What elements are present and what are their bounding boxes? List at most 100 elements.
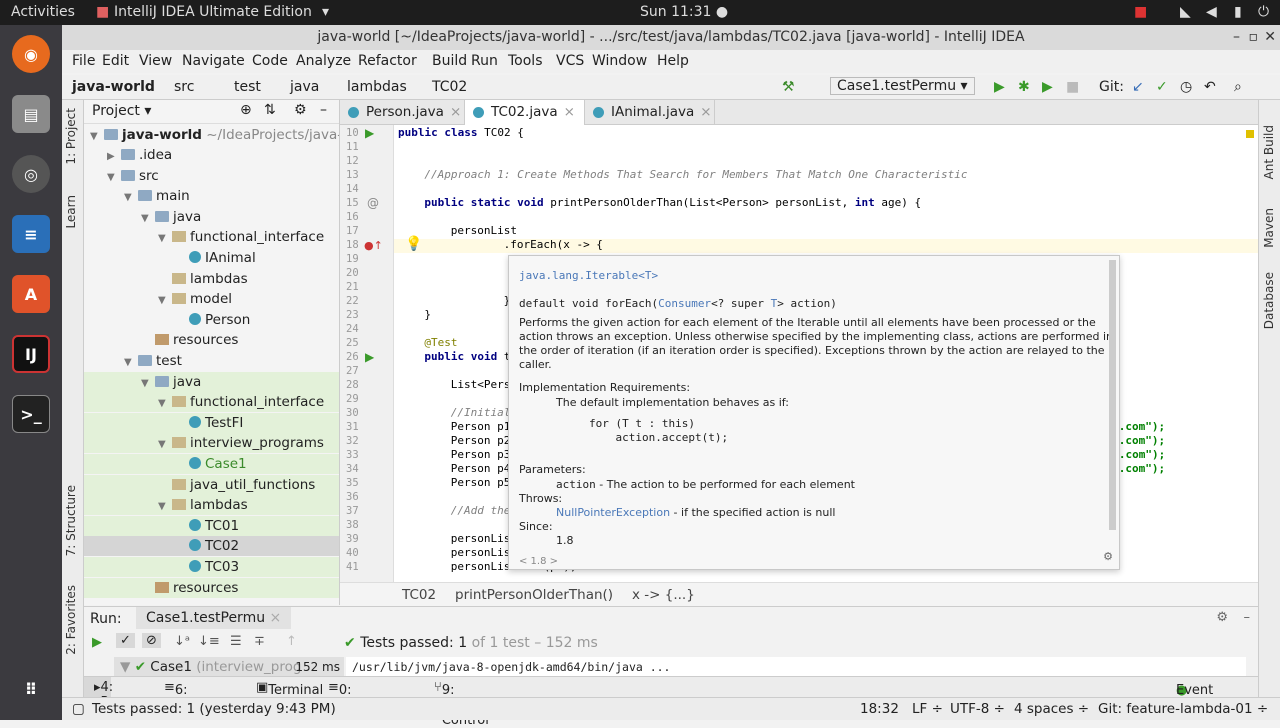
tab-person-java[interactable]: Person.java ×: [340, 100, 465, 125]
stop-icon[interactable]: ■: [1066, 79, 1079, 95]
menu-analyze[interactable]: Analyze: [296, 53, 351, 69]
tool-tab-run[interactable]: ▸ 4: Run: [84, 677, 125, 710]
tree-item[interactable]: java_util_functions: [84, 474, 339, 495]
caret-position[interactable]: 18:32: [860, 701, 899, 717]
menu-code[interactable]: Code: [252, 53, 288, 69]
run-test-icon[interactable]: ▶: [365, 350, 374, 364]
tree-item[interactable]: ▼ java: [84, 207, 339, 229]
nav-crumb[interactable]: lambdas: [347, 79, 407, 95]
tree-item[interactable]: ▼ lambdas: [84, 495, 339, 517]
close-tab-icon[interactable]: ×: [270, 610, 282, 626]
sig-type-link[interactable]: Consumer: [658, 297, 711, 310]
expand-arrow-icon[interactable]: ▼: [124, 188, 138, 208]
indent[interactable]: 4 spaces ÷: [1014, 701, 1089, 717]
menu-edit[interactable]: Edit: [102, 53, 129, 69]
tree-item[interactable]: TestFI: [84, 412, 339, 433]
run-settings-icon[interactable]: ⚙: [1216, 610, 1228, 625]
volume-icon[interactable]: ◀: [1206, 4, 1217, 20]
tree-item[interactable]: resources: [84, 577, 339, 598]
expand-arrow-icon[interactable]: ▶: [107, 147, 121, 167]
menu-navigate[interactable]: Navigate: [182, 53, 245, 69]
breadcrumb-item[interactable]: x -> {...}: [632, 587, 695, 603]
battery-icon[interactable]: ▮: [1234, 4, 1242, 20]
collapse-icon[interactable]: ⇅: [264, 102, 276, 118]
console-output[interactable]: /usr/lib/jvm/java-8-openjdk-amd64/bin/ja…: [346, 657, 1246, 677]
breadcrumb-item[interactable]: printPersonOlderThan(): [455, 587, 613, 603]
tree-item[interactable]: ▼ model: [84, 289, 339, 311]
run-hide-icon[interactable]: –: [1244, 610, 1251, 625]
git-revert-icon[interactable]: ↶: [1204, 79, 1216, 95]
throws-link[interactable]: NullPointerException: [556, 506, 670, 519]
writer-icon[interactable]: ≡: [12, 215, 50, 253]
intellij-icon[interactable]: IJ: [12, 335, 50, 373]
wifi-icon[interactable]: ◣: [1180, 4, 1191, 20]
tree-item[interactable]: resources: [84, 330, 339, 350]
files-icon[interactable]: ▤: [12, 95, 50, 133]
menu-vcs[interactable]: VCS: [556, 53, 584, 69]
tab-ianimal-java[interactable]: IAnimal.java ×: [585, 100, 715, 125]
breadcrumb-item[interactable]: TC02: [402, 587, 436, 603]
lightbulb-icon[interactable]: 💡: [405, 236, 422, 252]
tree-item[interactable]: IAnimal: [84, 248, 339, 268]
expand-arrow-icon[interactable]: ▼: [107, 168, 121, 188]
project-tool-button[interactable]: 1: Project: [64, 108, 78, 165]
close-tab-icon[interactable]: ×: [450, 104, 461, 120]
tab-tc02-java[interactable]: TC02.java ×: [465, 100, 585, 125]
gear-icon[interactable]: ⚙: [294, 102, 307, 118]
doc-scrollbar[interactable]: [1109, 260, 1116, 530]
git-update-icon[interactable]: ↙: [1132, 79, 1144, 95]
sort-duration-icon[interactable]: ↓≡: [198, 634, 220, 649]
warning-stripe-icon[interactable]: [1246, 130, 1254, 138]
run-config-select[interactable]: Case1.testPermu ▾: [830, 77, 975, 95]
debug-icon[interactable]: ✱: [1018, 79, 1030, 95]
encoding[interactable]: UTF-8 ÷: [950, 701, 1005, 717]
tree-root[interactable]: ▼java-world ~/IdeaProjects/java-wo: [84, 125, 339, 145]
tool-tab-version-control[interactable]: ⑂ 9: Version Control: [434, 680, 490, 728]
favorites-tool-button[interactable]: 2: Favorites: [64, 585, 78, 655]
coverage-icon[interactable]: ▶: [1042, 79, 1053, 95]
status-icon[interactable]: ▢: [72, 701, 85, 717]
override-marker-icon[interactable]: @: [367, 196, 379, 210]
project-view-select[interactable]: Project ▾: [92, 103, 151, 119]
doc-gear-icon[interactable]: ⚙: [1103, 550, 1113, 563]
expand-arrow-icon[interactable]: ▼: [158, 497, 172, 517]
tree-item[interactable]: TC01: [84, 515, 339, 536]
tree-item[interactable]: Case1: [84, 454, 339, 474]
tree-item[interactable]: ▼ functional_interface: [84, 227, 339, 247]
rhythmbox-icon[interactable]: ◎: [12, 155, 50, 193]
clock[interactable]: Sun 11:31 ●: [640, 4, 728, 20]
run-class-icon[interactable]: ▶: [365, 126, 374, 140]
menu-view[interactable]: View: [139, 53, 172, 69]
menu-window[interactable]: Window: [592, 53, 647, 69]
rerun-icon[interactable]: ▶: [92, 635, 102, 650]
expand-arrow-icon[interactable]: ▼: [158, 291, 172, 311]
maximize-button[interactable]: ▫: [1249, 25, 1259, 50]
git-branch[interactable]: Git: feature-lambda-01 ÷: [1098, 701, 1268, 717]
learn-tool-button[interactable]: Learn: [64, 195, 78, 229]
tree-item[interactable]: ▼ src: [84, 166, 339, 188]
tree-item[interactable]: Person: [84, 310, 339, 330]
nav-crumb[interactable]: TC02: [432, 79, 467, 95]
tool-tab-todo[interactable]: ≡ 6: TODO: [164, 680, 213, 713]
firefox-icon[interactable]: ◉: [12, 35, 50, 73]
sort-alpha-icon[interactable]: ↓ᵃ: [174, 634, 190, 649]
tree-item[interactable]: ▼ main: [84, 186, 339, 208]
expand-arrow-icon[interactable]: ▼: [141, 209, 155, 229]
menu-tools[interactable]: Tools: [508, 53, 543, 69]
menu-refactor[interactable]: Refactor: [358, 53, 417, 69]
search-everywhere-icon[interactable]: ⌕: [1234, 79, 1242, 95]
expand-arrow-icon[interactable]: ▼: [158, 394, 172, 414]
tree-item[interactable]: ▼ java: [84, 371, 339, 394]
maven-tool-button[interactable]: Maven: [1262, 208, 1276, 248]
nav-crumb[interactable]: src: [174, 79, 194, 95]
expand-all-icon[interactable]: ☰: [230, 634, 242, 649]
doc-owner[interactable]: java.lang.Iterable<T>: [519, 269, 658, 282]
app-menu[interactable]: IntelliJ IDEA Ultimate Edition: [114, 4, 312, 20]
tool-tab-messages[interactable]: ≡ 0: Messages: [328, 680, 403, 713]
expand-arrow-icon[interactable]: ▼: [141, 374, 155, 394]
nav-crumb[interactable]: java: [290, 79, 319, 95]
structure-tool-button[interactable]: 7: Structure: [64, 485, 78, 556]
line-separator[interactable]: LF ÷: [912, 701, 943, 717]
activities-button[interactable]: Activities: [11, 4, 75, 20]
test-tree-item[interactable]: ▼ ✔ Case1 (interview_prog 152 ms: [114, 657, 344, 677]
